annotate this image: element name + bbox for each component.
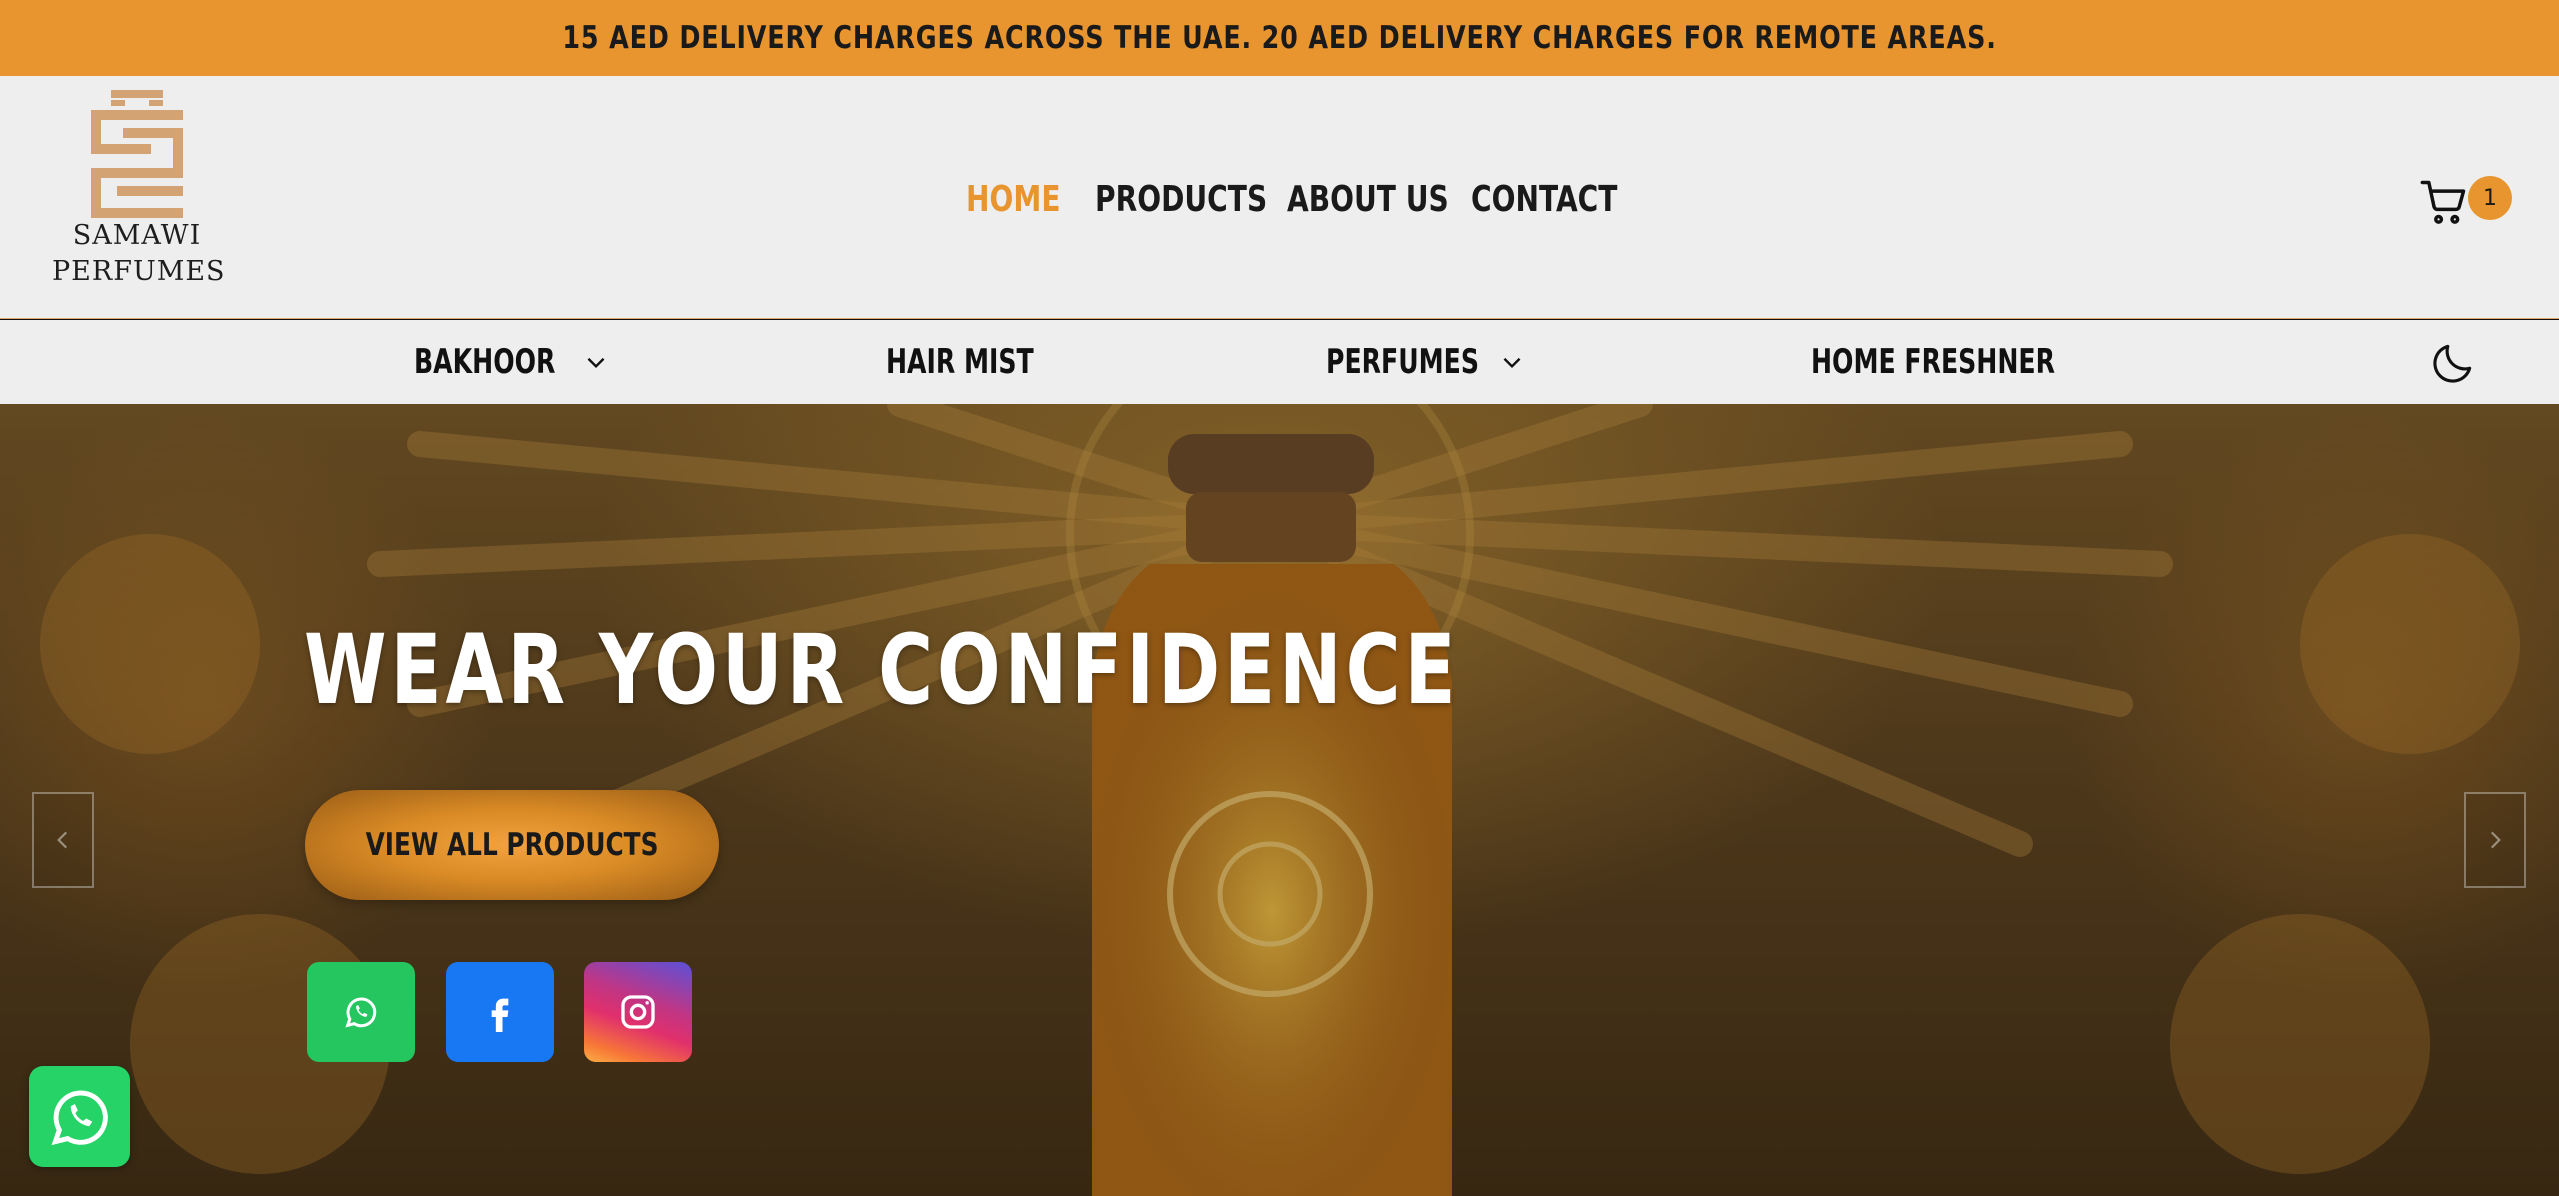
carousel-prev-button[interactable] (32, 792, 94, 888)
nav-home[interactable]: HOME (966, 172, 1061, 228)
nav-contact[interactable]: CONTACT (1471, 172, 1617, 228)
site-header: SAMAWI PERFUMES HOME PRODUCTS ABOUT US C… (0, 76, 2559, 319)
instagram-icon (621, 995, 655, 1029)
category-bakhoor[interactable]: BAKHOOR (414, 334, 609, 390)
whatsapp-social-button[interactable] (307, 962, 415, 1062)
view-all-products-label: VIEW ALL PRODUCTS (365, 827, 659, 863)
cart-icon (2420, 180, 2466, 224)
hero-banner: WEAR YOUR CONFIDENCE VIEW ALL PRODUCTS (0, 404, 2559, 1196)
nav-about-us[interactable]: ABOUT US (1287, 172, 1449, 228)
whatsapp-icon (51, 1090, 108, 1145)
chevron-left-icon (57, 831, 68, 849)
chevron-down-icon (1503, 357, 1521, 369)
cart-button[interactable]: 1 (2418, 172, 2514, 228)
announcement-bar: 15 AED DELIVERY CHARGES ACROSS THE UAE. … (0, 0, 2559, 76)
view-all-products-button[interactable]: VIEW ALL PRODUCTS (305, 790, 719, 900)
whatsapp-icon (345, 997, 377, 1028)
category-bar: BAKHOOR HAIR MIST PERFUMES HOME FRESHNER (0, 320, 2559, 404)
floating-whatsapp-chat-button[interactable] (29, 1066, 130, 1167)
cart-count-badge: 1 (2468, 176, 2512, 220)
category-label: HAIR MIST (886, 342, 1034, 382)
category-hair-mist[interactable]: HAIR MIST (886, 334, 1086, 390)
facebook-social-button[interactable] (446, 962, 554, 1062)
theme-toggle-button[interactable] (2428, 338, 2478, 388)
carousel-next-button[interactable] (2464, 792, 2526, 888)
hero-title: WEAR YOUR CONFIDENCE (304, 614, 1460, 726)
announcement-text: 15 AED DELIVERY CHARGES ACROSS THE UAE. … (562, 20, 1997, 56)
category-home-freshner[interactable]: HOME FRESHNER (1811, 334, 2141, 390)
category-label: HOME FRESHNER (1811, 342, 2055, 382)
category-perfumes[interactable]: PERFUMES (1326, 334, 1525, 390)
moon-icon (2433, 344, 2472, 383)
category-label: BAKHOOR (414, 342, 556, 382)
nav-products[interactable]: PRODUCTS (1095, 172, 1267, 228)
facebook-icon (491, 998, 509, 1032)
brand-name-line2: PERFUMES (52, 256, 226, 287)
main-navigation: HOME PRODUCTS ABOUT US CONTACT (0, 172, 2559, 228)
chevron-right-icon (2490, 831, 2501, 849)
chevron-down-icon (587, 357, 605, 369)
instagram-social-button[interactable] (584, 962, 692, 1062)
category-label: PERFUMES (1326, 342, 1479, 382)
